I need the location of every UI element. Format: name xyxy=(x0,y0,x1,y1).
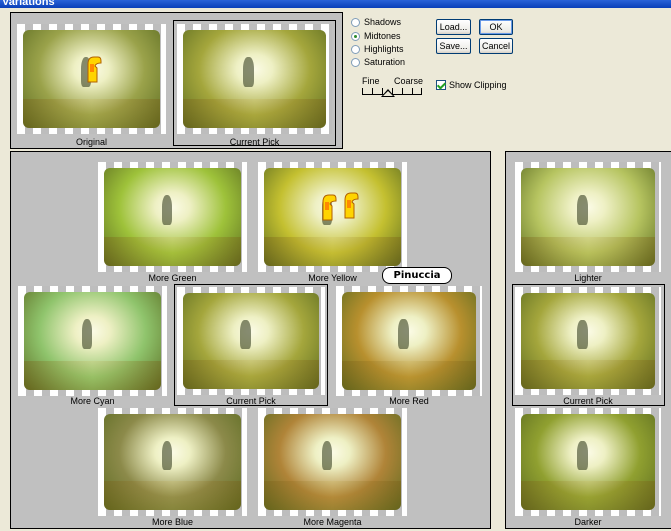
watermark-label: Pinuccia xyxy=(382,267,452,284)
radio-shadows[interactable]: Shadows xyxy=(351,16,401,28)
more-blue-caption: More Blue xyxy=(151,517,194,527)
checkbox-check-icon xyxy=(436,80,446,90)
darker-caption: Darker xyxy=(574,517,602,527)
slider-coarse-label: Coarse xyxy=(394,76,424,86)
radio-saturation[interactable]: Saturation xyxy=(351,56,405,68)
slider-thumb[interactable] xyxy=(381,89,395,97)
current-pick-center-caption: Current Pick xyxy=(226,396,276,406)
show-clipping-label: Show Clipping xyxy=(449,80,507,90)
pointing-hand-icon xyxy=(83,54,103,84)
more-magenta-thumbnail[interactable] xyxy=(258,408,407,516)
more-green-thumbnail[interactable] xyxy=(98,162,247,272)
load-button[interactable]: Load... xyxy=(436,19,471,35)
current-pick-center-thumbnail[interactable] xyxy=(177,287,325,395)
current-pick-top-caption: Current Pick xyxy=(229,137,280,147)
pointing-hand-icon xyxy=(340,190,360,220)
current-pick-right-thumbnail[interactable] xyxy=(515,287,661,395)
lighter-caption: Lighter xyxy=(574,273,602,283)
save-button[interactable]: Save... xyxy=(436,38,471,54)
more-blue-thumbnail[interactable] xyxy=(98,408,247,516)
more-green-caption: More Green xyxy=(148,273,197,283)
original-caption: Original xyxy=(75,137,107,147)
current-pick-top-thumbnail xyxy=(177,24,332,134)
radio-dot xyxy=(351,57,360,67)
window-title: Variations xyxy=(2,0,55,8)
pointing-hand-icon xyxy=(318,192,338,222)
show-clipping-checkbox[interactable]: Show Clipping xyxy=(436,79,507,91)
radio-midtones[interactable]: Midtones xyxy=(351,30,401,42)
more-cyan-thumbnail[interactable] xyxy=(18,286,167,396)
current-pick-right-caption: Current Pick xyxy=(563,396,613,406)
more-red-thumbnail[interactable] xyxy=(336,286,482,396)
slider-fine-label: Fine xyxy=(362,76,380,86)
radio-shadows-label: Shadows xyxy=(364,17,402,27)
more-red-caption: More Red xyxy=(389,396,429,406)
radio-highlights-label: Highlights xyxy=(364,44,404,54)
radio-dot xyxy=(351,17,360,27)
cancel-button[interactable]: Cancel xyxy=(479,38,513,54)
radio-highlights[interactable]: Highlights xyxy=(351,43,404,55)
darker-thumbnail[interactable] xyxy=(515,408,661,516)
radio-dot-selected xyxy=(351,31,360,41)
more-magenta-caption: More Magenta xyxy=(303,517,362,527)
radio-saturation-label: Saturation xyxy=(364,57,406,67)
more-cyan-caption: More Cyan xyxy=(70,396,115,406)
radio-midtones-label: Midtones xyxy=(364,31,401,41)
ok-button[interactable]: OK xyxy=(479,19,513,35)
title-bar: Variations xyxy=(0,0,671,8)
radio-dot xyxy=(351,44,360,54)
lighter-thumbnail[interactable] xyxy=(515,162,661,272)
